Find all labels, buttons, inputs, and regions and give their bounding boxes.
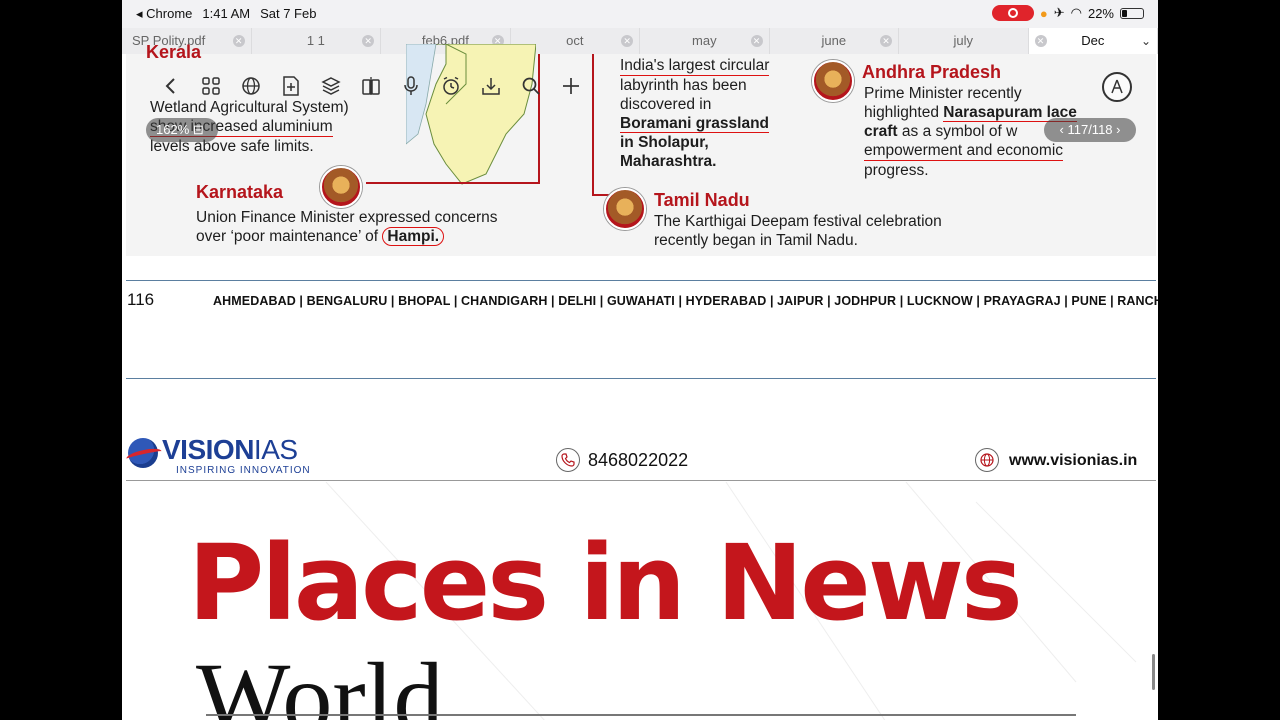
andhra-pradesh-heading: Andhra Pradesh [862,62,1002,82]
battery-percent: 22% [1087,5,1114,21]
airplane-icon: ✈ [1053,5,1065,20]
tamil-nadu-emblem-icon [604,188,646,230]
banner-subtitle: World [196,642,444,720]
kerala-heading: Kerala [146,42,202,62]
places-in-news-banner: Places in News World [126,482,1156,720]
scrollbar-thumb[interactable] [1152,654,1155,690]
connector-line [592,54,594,194]
logo-tagline: INSPIRING INNOVATION [176,465,311,476]
close-tab-icon[interactable]: ✕ [232,35,245,47]
back-chevron-icon[interactable] [158,73,184,99]
add-page-icon[interactable] [278,73,304,99]
pdf-toolbar [152,69,590,103]
screen-recording-icon[interactable] [991,5,1034,21]
ipad-screen: ◂ Chrome 1:41 AM Sat 7 Feb ● ✈ ◠ 22% SP … [122,0,1158,720]
tab-may[interactable]: may ✕ [640,28,770,54]
india-map-fragment [406,44,536,185]
tab-july[interactable]: july [899,28,1029,54]
header-rule [126,480,1156,481]
timer-icon[interactable] [438,73,464,99]
globe-icon [975,448,999,472]
back-to-app-link[interactable]: ◂ Chrome [136,6,192,22]
tamil-nadu-text: The Karthigai Deepam festival celebratio… [654,213,942,249]
document-tab-bar: SP Polity.pdf ✕ 1 1 ✕ feb6.pdf ✕ oct ✕ may ✕ … [122,28,1158,54]
karnataka-heading: Karnataka [196,182,284,202]
status-date: Sat 7 Feb [260,6,317,21]
phone-icon [556,448,580,472]
download-tray-icon[interactable] [478,73,504,99]
andhra-pradesh-emblem-icon [812,60,854,102]
karnataka-emblem-icon [320,166,362,208]
close-tab-icon[interactable]: ✕ [621,35,634,47]
banner-rule [206,714,1076,716]
grid-thumbnails-icon[interactable] [198,73,224,99]
connector-line [366,182,540,184]
banner-title: Places in News [188,522,1023,644]
globe-browser-icon[interactable] [238,73,264,99]
microphone-icon[interactable] [398,73,424,99]
logo-name: VISIONIAS [162,434,298,465]
phone-number: 8468022022 [588,450,689,470]
zoom-level-indicator[interactable]: 162% ⊟ [146,118,218,142]
close-tab-icon[interactable]: ✕ [750,35,763,47]
search-icon[interactable] [518,73,544,99]
page-rule [126,280,1156,281]
website-url: www.visionias.in [1009,452,1138,469]
chevron-left-icon[interactable]: ‹ [1060,122,1064,137]
maharashtra-text: India's largest circular labyrinth has b… [620,57,770,170]
cities-list: AHMEDABAD | BENGALURU | BHOPAL | CHANDIG… [213,294,1158,308]
battery-icon [1120,7,1144,19]
close-tab-icon[interactable]: ✕ [880,35,893,47]
markup-pen-icon[interactable] [1102,72,1132,102]
tamil-nadu-heading: Tamil Nadu [654,190,750,210]
tab-1-1[interactable]: 1 1 ✕ [252,28,382,54]
status-bar: ◂ Chrome 1:41 AM Sat 7 Feb ● ✈ ◠ 22% [122,0,1158,28]
lock-icon: ⊟ [192,122,204,137]
visionias-logo: VISIONIAS INSPIRING INNOVATION [125,434,326,476]
layers-icon[interactable] [318,73,344,99]
wifi-icon: ◠ [1070,5,1082,20]
split-view-icon[interactable] [358,73,384,99]
tab-june[interactable]: june ✕ [770,28,900,54]
page-indicator[interactable]: ‹ 117/118 › [1044,118,1136,142]
page-break-rule [126,378,1156,379]
chevron-down-icon[interactable]: ⌄ [1141,28,1151,54]
chevron-right-icon[interactable]: › [1116,122,1120,137]
status-time: 1:41 AM [202,6,251,21]
plus-icon[interactable] [558,73,584,99]
close-tab-icon[interactable]: ✕ [362,35,375,47]
page-number: 116 [127,290,155,309]
pdf-document[interactable]: Kerala Wetland Agricultural System) show… [122,42,1158,720]
close-tab-icon[interactable]: ✕ [1034,35,1047,47]
karnataka-text: Union Finance Minister expressed concern… [196,209,498,246]
tab-dec[interactable]: ✕ Dec ⌄ [1028,28,1158,54]
location-dot-icon: ● [1039,5,1048,21]
